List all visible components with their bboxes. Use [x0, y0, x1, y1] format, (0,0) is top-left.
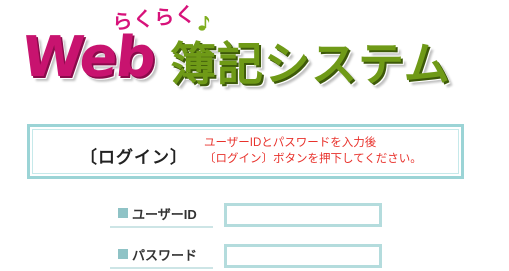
logo-web-text: Web: [18, 25, 158, 90]
login-instructions: ユーザーIDとパスワードを入力後 〔ログイン〕ボタンを押下してください。: [204, 135, 422, 167]
password-input[interactable]: [224, 244, 382, 268]
logo-title-text: 簿記システム: [170, 37, 451, 91]
square-bullet-icon: [118, 208, 128, 218]
app-logo: らくらく Web 簿記システム: [18, 0, 482, 105]
login-banner: 〔ログイン〕 ユーザーIDとパスワードを入力後 〔ログイン〕ボタンを押下してくだ…: [27, 124, 464, 179]
user-id-row: ユーザーID: [110, 200, 390, 230]
user-id-input[interactable]: [224, 203, 382, 227]
square-bullet-icon: [118, 249, 128, 259]
password-label: パスワード: [110, 241, 213, 269]
password-row: パスワード: [110, 241, 390, 271]
music-note-icon: [198, 16, 210, 31]
password-label-text: パスワード: [132, 248, 198, 263]
user-id-label-text: ユーザーID: [132, 207, 197, 222]
login-heading: 〔ログイン〕: [80, 148, 188, 167]
login-instructions-line2: 〔ログイン〕ボタンを押下してください。: [204, 153, 422, 165]
login-instructions-line1: ユーザーIDとパスワードを入力後: [204, 137, 377, 149]
user-id-label: ユーザーID: [110, 200, 213, 228]
